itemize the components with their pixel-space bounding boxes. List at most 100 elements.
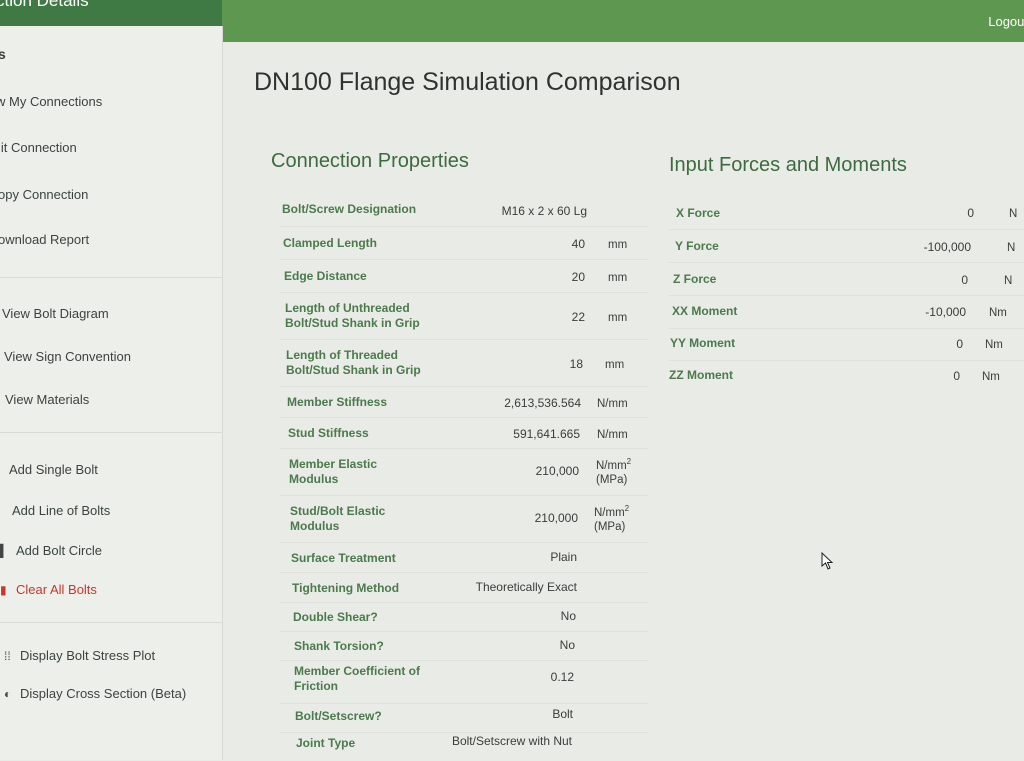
property-label: Member Coefficient of Friction: [294, 664, 421, 693]
property-label: Member Stiffness: [287, 395, 388, 409]
sidebar-item-display-bolt-stress-plot[interactable]: ⁞⁞ Display Bolt Stress Plot: [4, 648, 155, 663]
property-unit: N/mm2 (MPa): [594, 504, 630, 533]
page-title: DN100 Flange Simulation Comparison: [254, 68, 681, 96]
sidebar-item-edit-connection[interactable]: lit Connection: [0, 140, 77, 155]
bolt-circle-icon: ▍: [0, 544, 10, 558]
logout-link[interactable]: Logout: [988, 14, 1024, 29]
property-label: Double Shear?: [293, 610, 378, 624]
property-label: Edge Distance: [284, 269, 367, 283]
property-value: Theoretically Exact: [475, 580, 577, 594]
sidebar: s w My Connections lit Connection opy Co…: [0, 26, 223, 760]
sidebar-item-label: Display Cross Section (Beta): [20, 686, 187, 701]
property-unit: N/mm2 (MPa): [596, 457, 632, 486]
property-unit: mm: [608, 312, 628, 324]
sidebar-item-label: View Materials: [5, 392, 90, 407]
mouse-cursor-icon: [821, 552, 834, 570]
property-label: Joint Type: [296, 736, 356, 750]
sidebar-item-add-single-bolt[interactable]: Add Single Bolt: [9, 462, 98, 477]
force-label: Z Force: [673, 272, 717, 286]
property-label: Tightening Method: [292, 581, 400, 595]
sidebar-divider: [0, 432, 222, 433]
sidebar-item-label: Clear All Bolts: [16, 582, 97, 597]
property-value: 20: [571, 270, 585, 284]
property-value: Plain: [550, 550, 577, 564]
table-row: X Force 0 N: [669, 198, 1024, 230]
forces-moments-title: Input Forces and Moments: [669, 154, 907, 176]
sidebar-item-label: Display Bolt Stress Plot: [20, 648, 156, 663]
sidebar-item-label: Add Line of Bolts: [12, 503, 111, 518]
force-value: 0: [956, 337, 963, 351]
table-row: XX Moment -10,000 Nm: [669, 296, 1024, 329]
table-row: Surface Treatment Plain: [279, 543, 649, 573]
property-unit: mm: [608, 272, 628, 284]
sidebar-divider: [0, 622, 222, 623]
sidebar-item-copy-connection[interactable]: opy Connection: [0, 187, 88, 202]
table-row: Bolt/Setscrew? Bolt: [279, 704, 649, 733]
table-row: ZZ Moment 0 Nm: [669, 361, 1024, 392]
property-label: Member Elastic Modulus: [289, 457, 378, 486]
table-row: Joint Type Bolt/Setscrew with Nut: [279, 733, 649, 761]
force-value: 0: [967, 206, 974, 220]
force-unit: N: [1009, 208, 1018, 220]
sidebar-item-label: w My Connections: [0, 94, 103, 109]
sidebar-item-view-bolt-diagram[interactable]: View Bolt Diagram: [2, 306, 109, 321]
sidebar-item-clear-all-bolts[interactable]: ▮ Clear All Bolts: [0, 582, 97, 597]
sidebar-item-download-report[interactable]: ownload Report: [0, 232, 89, 247]
property-label: Bolt/Screw Designation: [282, 202, 417, 216]
force-value: 0: [953, 369, 960, 383]
force-value: -100,000: [923, 240, 971, 254]
sidebar-header-title: ction Details: [0, 0, 89, 10]
property-value: No: [560, 609, 576, 623]
property-value: No: [559, 638, 575, 652]
sidebar-item-label: lit Connection: [0, 140, 77, 155]
sidebar-item-label: opy Connection: [0, 187, 89, 202]
force-unit: Nm: [982, 371, 1000, 383]
sidebar-item-label: View Sign Convention: [4, 349, 131, 364]
table-row: Stud Stiffness 591,641.665 N/mm: [279, 418, 649, 449]
force-unit: N: [1007, 242, 1016, 254]
property-label: Length of Threaded Bolt/Stud Shank in Gr…: [286, 348, 421, 377]
property-value: 22: [571, 310, 585, 324]
property-value: 18: [569, 357, 583, 371]
property-value: Bolt: [552, 707, 573, 721]
force-label: ZZ Moment: [669, 368, 733, 382]
sidebar-item-view-my-connections[interactable]: w My Connections: [0, 94, 102, 109]
trash-icon: ▮: [0, 583, 7, 597]
sidebar-item-display-cross-section[interactable]: ◐ Display Cross Section (Beta): [4, 686, 186, 701]
property-value: 210,000: [534, 511, 578, 525]
sidebar-divider: [0, 277, 222, 278]
table-row: Clamped Length 40 mm: [279, 227, 649, 260]
sidebar-item-view-sign-convention[interactable]: View Sign Convention: [4, 349, 131, 364]
table-row: YY Moment 0 Nm: [669, 329, 1024, 361]
property-value: 210,000: [535, 464, 579, 478]
table-row: Z Force 0 N: [669, 263, 1024, 296]
property-unit: mm: [608, 239, 628, 251]
dots-grid-icon: ⁞⁞: [4, 649, 11, 663]
sidebar-item-view-materials[interactable]: View Materials: [5, 392, 89, 407]
sidebar-item-label: Add Bolt Circle: [16, 543, 102, 558]
table-row: Member Coefficient of Friction 0.12: [279, 661, 649, 704]
sidebar-item-add-bolt-circle[interactable]: ▍ Add Bolt Circle: [0, 543, 102, 558]
sidebar-item-add-line-of-bolts[interactable]: Add Line of Bolts: [12, 503, 110, 518]
property-label: Stud Stiffness: [288, 426, 369, 440]
sidebar-item-label: Add Single Bolt: [9, 462, 98, 477]
sidebar-section-title: s: [0, 46, 6, 62]
table-row: Member Stiffness 2,613,536.564 N/mm: [279, 387, 649, 418]
property-unit: N/mm: [597, 398, 628, 410]
table-row: Bolt/Screw Designation M16 x 2 x 60 Lg: [279, 194, 649, 227]
property-value: 591,641.665: [513, 427, 580, 441]
force-unit: Nm: [985, 339, 1003, 351]
property-label: Bolt/Setscrew?: [295, 709, 382, 723]
half-circle-icon: ◐: [4, 687, 12, 701]
sidebar-item-label: View Bolt Diagram: [2, 306, 109, 321]
property-label: Stud/Bolt Elastic Modulus: [290, 504, 386, 533]
table-row: Member Elastic Modulus 210,000 N/mm2 (MPa…: [279, 449, 649, 496]
property-value: 2,613,536.564: [504, 396, 581, 410]
table-row: Length of Threaded Bolt/Stud Shank in Gr…: [279, 340, 649, 387]
connection-properties-title: Connection Properties: [271, 150, 469, 172]
sidebar-header: ction Details: [0, 0, 222, 26]
force-label: YY Moment: [670, 336, 736, 350]
property-value: 0.12: [550, 670, 574, 684]
property-label: Surface Treatment: [291, 551, 396, 565]
force-value: 0: [961, 273, 968, 287]
